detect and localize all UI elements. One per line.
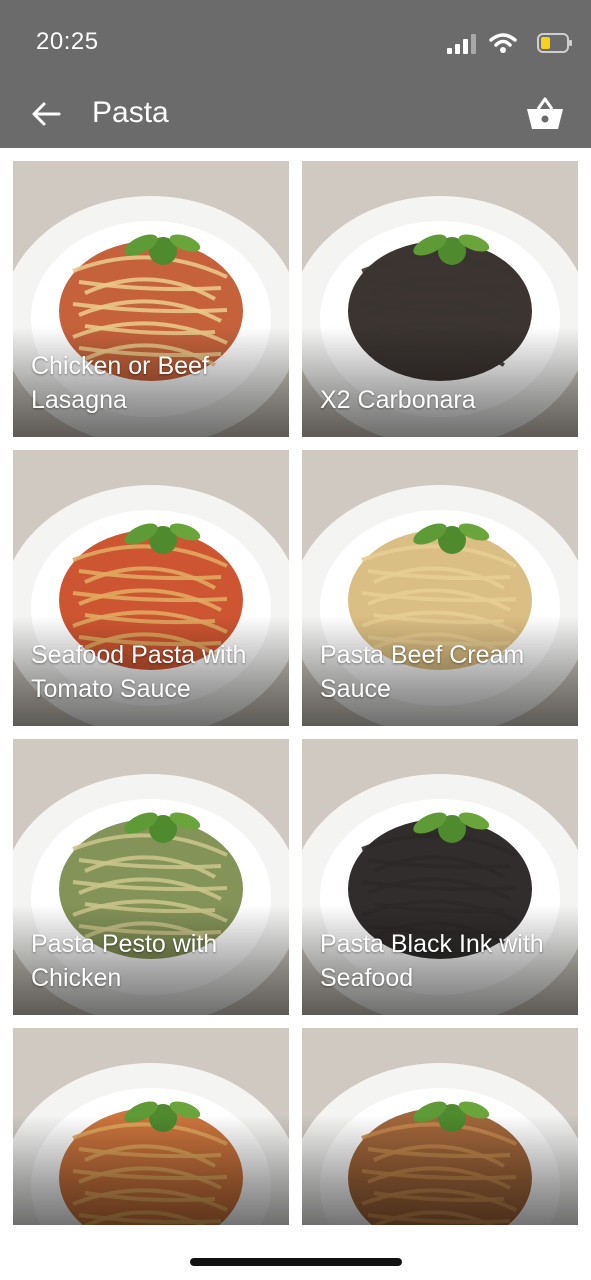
menu-item-card[interactable]: Pasta Beef Cream Sauce xyxy=(302,450,578,726)
basket-icon xyxy=(527,97,563,129)
signal-icon xyxy=(447,34,476,54)
menu-item-name: Seafood Pasta with Tomato Sauce xyxy=(31,641,247,703)
menu-item-card[interactable] xyxy=(13,1028,289,1225)
status-time: 20:25 xyxy=(36,28,99,55)
menu-item-name: Chicken or Beef Lasagna xyxy=(31,352,209,414)
menu-item-name: X2 Carbonara xyxy=(320,386,476,414)
page-title: Pasta xyxy=(92,96,169,129)
home-indicator[interactable] xyxy=(190,1258,402,1266)
app-header: 20:25 Pasta xyxy=(0,0,591,148)
menu-item-card[interactable]: X2 Carbonara xyxy=(302,161,578,437)
title-gradient xyxy=(13,1115,289,1225)
arrow-left-icon xyxy=(32,102,61,126)
menu-grid: Chicken or Beef Lasagna X2 Carbonara Sea… xyxy=(13,161,578,1225)
title-gradient xyxy=(302,327,578,437)
menu-item-name: Pasta Beef Cream Sauce xyxy=(320,641,525,703)
menu-item-card[interactable]: Pasta Pesto with Chicken xyxy=(13,739,289,1015)
title-gradient xyxy=(302,1115,578,1225)
menu-item-card[interactable]: Pasta Black Ink with Seafood xyxy=(302,739,578,1015)
battery-icon xyxy=(537,33,572,53)
menu-item-card[interactable]: Seafood Pasta with Tomato Sauce xyxy=(13,450,289,726)
back-button[interactable] xyxy=(24,92,68,136)
menu-item-card[interactable] xyxy=(302,1028,578,1225)
cart-button[interactable] xyxy=(521,90,569,138)
menu-item-name: Pasta Pesto with Chicken xyxy=(31,930,218,992)
menu-item-card[interactable]: Chicken or Beef Lasagna xyxy=(13,161,289,437)
menu-item-name: Pasta Black Ink with Seafood xyxy=(320,930,544,992)
wifi-icon xyxy=(489,33,517,53)
